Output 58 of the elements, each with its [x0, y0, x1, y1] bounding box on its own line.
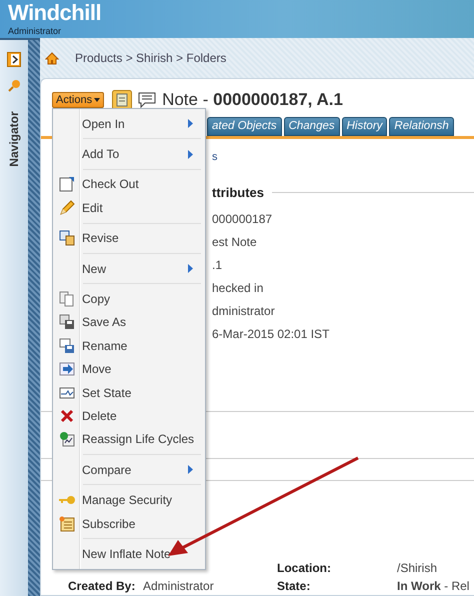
field-value: Administrator — [143, 579, 215, 593]
menu-item[interactable]: Rename — [53, 334, 205, 358]
copy-icon — [59, 291, 75, 308]
tab[interactable]: Relationsh — [389, 117, 454, 136]
menu-item[interactable]: Copy — [53, 287, 205, 311]
move-icon — [59, 361, 75, 378]
menu-item[interactable]: Compare — [53, 458, 205, 482]
menu-item[interactable]: Save As — [53, 310, 205, 334]
menu-item[interactable]: New Inflate Note — [53, 542, 205, 566]
user-name: Administrator — [8, 26, 62, 36]
menu-item[interactable]: Set State — [53, 380, 205, 404]
state-icon — [59, 384, 75, 401]
clipboard-icon[interactable] — [112, 90, 132, 110]
attribute-value: 000000187 — [212, 212, 274, 227]
attribute-value: 6-Mar-2015 02:01 IST — [212, 327, 330, 342]
field-value: /Shirish — [397, 561, 438, 575]
menu-item[interactable]: Add To — [53, 142, 205, 166]
tab[interactable]: ated Objects — [207, 117, 282, 136]
attribute-value: hecked in — [212, 281, 264, 296]
pin-icon[interactable] — [7, 79, 21, 93]
subscribe-icon — [59, 516, 75, 532]
save-icon — [59, 314, 75, 330]
home-icon[interactable] — [45, 52, 59, 64]
caret-icon — [94, 98, 100, 102]
menu-item[interactable]: Edit — [53, 196, 205, 220]
tab[interactable]: Changes — [284, 117, 340, 136]
document-icon — [59, 176, 75, 192]
object-title: Note - 0000000187, A.1 — [162, 90, 343, 110]
menu-item[interactable]: Reassign Life Cycles — [53, 428, 205, 452]
menu-item[interactable]: Move — [53, 358, 205, 381]
attribute-value: est Note — [212, 235, 258, 250]
actions-button[interactable]: Actions — [52, 92, 104, 108]
attribute-value: dministrator — [212, 304, 276, 319]
rename-icon — [59, 338, 75, 354]
menu-item[interactable]: Revise — [53, 226, 205, 250]
app-logo: Windchill — [8, 0, 102, 26]
key-icon — [58, 495, 76, 506]
tab[interactable]: History — [342, 117, 388, 136]
menu-item[interactable]: Manage Security — [53, 488, 205, 512]
delete-icon — [60, 408, 74, 423]
revise-icon — [59, 230, 75, 246]
pencil-icon — [59, 200, 75, 216]
menu-item[interactable]: Open In — [53, 112, 205, 136]
details-link[interactable]: s — [212, 151, 474, 163]
section-title: ttributes — [212, 185, 264, 200]
navigator-label[interactable]: Navigator — [7, 104, 21, 174]
menu-item[interactable]: Delete — [53, 404, 205, 428]
menu-item[interactable]: Subscribe — [53, 512, 205, 536]
field-value: In Work - Rel — [397, 579, 470, 593]
field-label: State: — [277, 579, 312, 593]
lifecycle-icon — [59, 431, 75, 448]
breadcrumb[interactable]: Products > Shirish > Folders — [75, 51, 226, 65]
attribute-value: .1 — [212, 258, 224, 273]
field-label: Created By: — [68, 579, 136, 593]
field-label: Location: — [277, 561, 332, 575]
menu-item[interactable]: New — [53, 256, 205, 280]
expand-icon[interactable] — [7, 52, 21, 67]
menu-item[interactable]: Check Out — [53, 172, 205, 196]
